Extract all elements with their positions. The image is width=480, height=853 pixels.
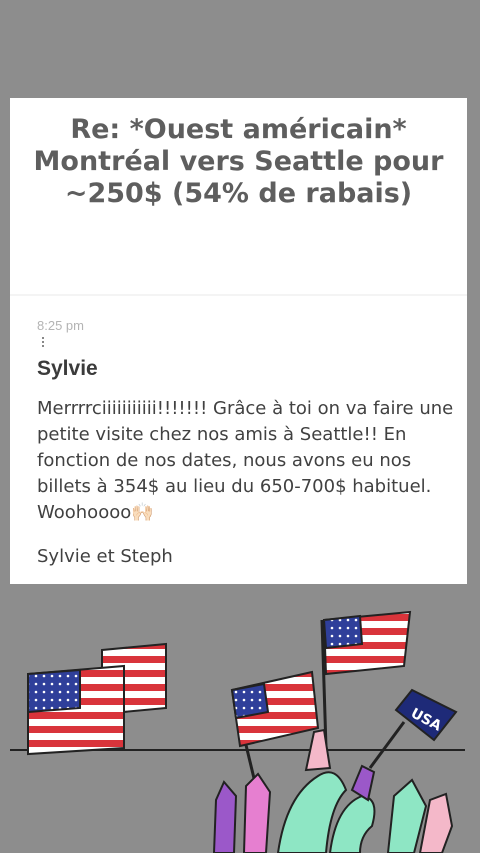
flag-icon xyxy=(27,642,167,756)
comment-body: Merrrrciiiiiiiiiii!!!!!!! Grâce à toi on… xyxy=(37,398,454,523)
celebration-sticker: USA xyxy=(10,610,465,853)
flag-icon xyxy=(320,610,412,749)
flag-icon xyxy=(230,670,320,796)
comment-author: Sylvie xyxy=(37,357,98,380)
divider xyxy=(10,294,467,296)
post-card: Re: *Ouest américain* Montréal vers Seat… xyxy=(10,98,467,584)
more-options-icon[interactable] xyxy=(42,337,44,347)
usa-banner-icon: USA xyxy=(368,688,458,769)
comment-signature: Sylvie et Steph xyxy=(37,546,173,567)
hands-icon xyxy=(212,728,454,853)
comment-timestamp: 8:25 pm xyxy=(37,318,84,333)
post-title: Re: *Ouest américain* Montréal vers Seat… xyxy=(33,114,444,209)
